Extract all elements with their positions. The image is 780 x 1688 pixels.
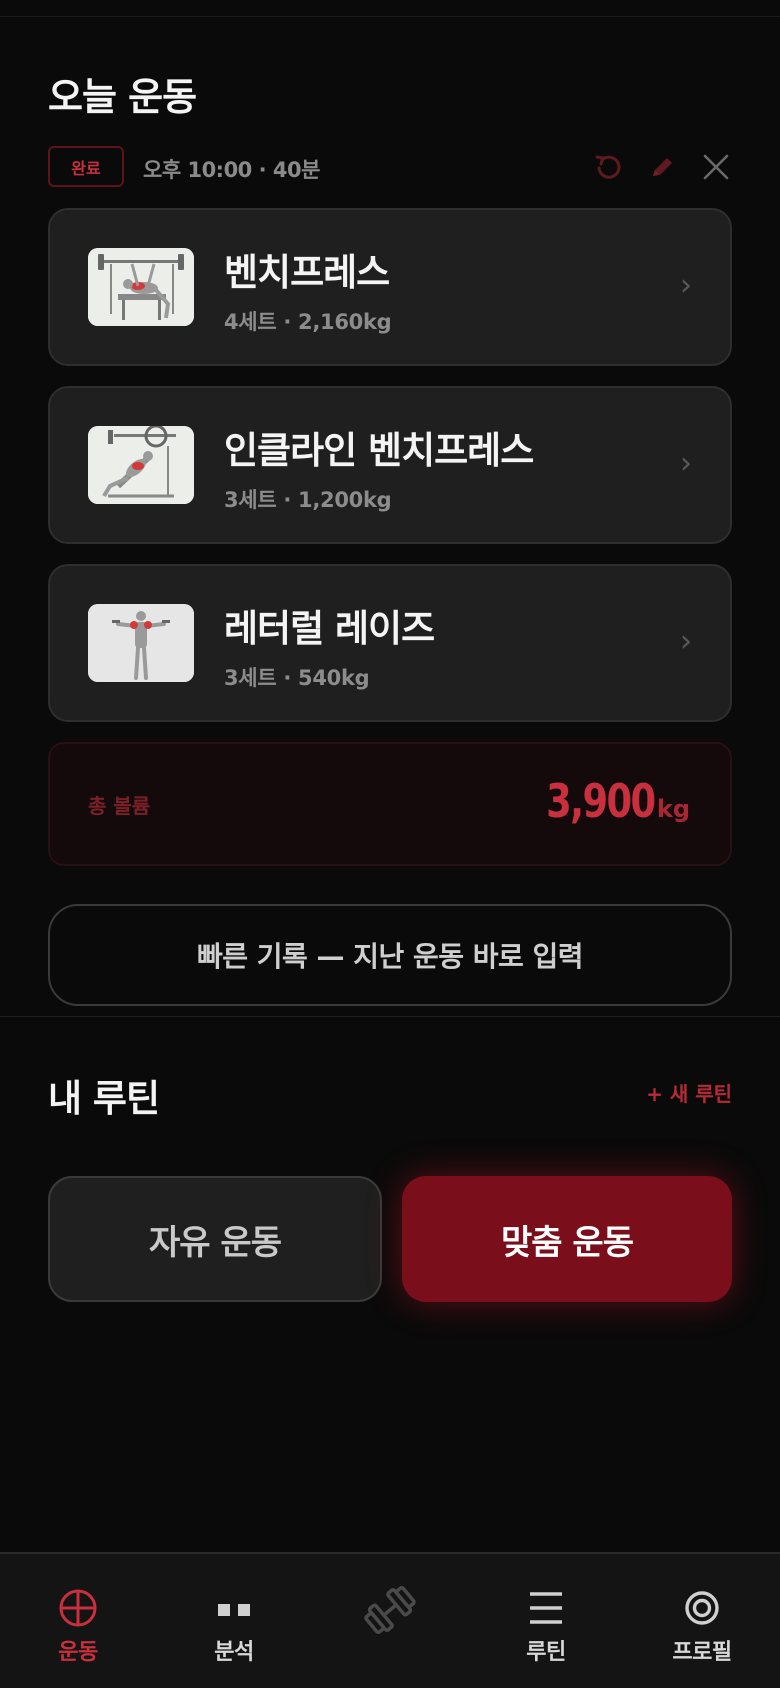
bench-press-illustration	[88, 248, 194, 326]
undo-icon[interactable]	[592, 151, 624, 183]
lateral-raise-illustration	[88, 604, 194, 682]
total-volume-card: 총 볼륨 3,900 kg	[48, 742, 732, 866]
top-divider	[0, 16, 780, 17]
workout-app: 오늘 운동 완료 오후 10:00 · 40분 벤치프레스 4세트 · 2,16…	[0, 0, 780, 1688]
incline-bench-press-illustration	[88, 426, 194, 504]
chevron-right-icon: ›	[680, 268, 692, 303]
my-routines-title: 내 루틴	[48, 1077, 160, 1120]
bottom-tab-bar: 운동 분석 루틴 프로필	[0, 1552, 780, 1688]
free-workout-button[interactable]: 자유 운동	[48, 1176, 382, 1302]
exercise-meta: 3세트 · 540kg	[224, 666, 370, 690]
custom-workout-button[interactable]: 맞춤 운동	[402, 1176, 732, 1302]
workout-status-row: 완료 오후 10:00 · 40분	[48, 146, 732, 188]
exercise-name: 인클라인 벤치프레스	[224, 429, 534, 472]
dumbbell-icon	[360, 1585, 420, 1635]
total-volume-value: 3,900 kg	[519, 774, 690, 828]
tab-label: 운동	[58, 1640, 98, 1665]
exercise-meta: 4세트 · 2,160kg	[224, 310, 392, 334]
tab-label: 루틴	[526, 1640, 566, 1665]
total-volume-number: 3,900	[546, 774, 656, 828]
exercise-card[interactable]: 인클라인 벤치프레스 3세트 · 1,200kg ›	[48, 386, 732, 544]
tab-analysis[interactable]: 분석	[164, 1554, 304, 1688]
workout-time-info: 오후 10:00 · 40분	[143, 158, 320, 182]
tab-center[interactable]	[320, 1554, 460, 1688]
profile-ring-icon	[682, 1586, 722, 1630]
total-volume-unit: kg	[656, 795, 690, 823]
status-badge: 완료	[48, 146, 124, 187]
exercise-meta: 3세트 · 1,200kg	[224, 488, 392, 512]
list-icon	[526, 1586, 566, 1630]
exercise-card[interactable]: 레터럴 레이즈 3세트 · 540kg ›	[48, 564, 732, 722]
close-icon[interactable]	[700, 151, 732, 183]
exercise-name: 벤치프레스	[224, 251, 390, 294]
tab-routines[interactable]: 루틴	[476, 1554, 616, 1688]
new-routine-link[interactable]: + 새 루틴	[646, 1078, 732, 1107]
tab-label: 프로필	[672, 1640, 732, 1665]
tab-profile[interactable]: 프로필	[632, 1554, 772, 1688]
exercise-name: 레터럴 레이즈	[224, 607, 435, 650]
chevron-right-icon: ›	[680, 446, 692, 481]
tab-workout[interactable]: 운동	[8, 1554, 148, 1688]
chart-dots-icon	[214, 1586, 254, 1630]
crosshair-icon	[58, 1586, 98, 1630]
today-workout-title: 오늘 운동	[48, 75, 197, 119]
chevron-right-icon: ›	[680, 624, 692, 659]
quick-record-button[interactable]: 빠른 기록 — 지난 운동 바로 입력	[48, 904, 732, 1006]
workout-actions	[592, 146, 732, 188]
total-volume-label: 총 볼륨	[88, 794, 151, 818]
section-divider	[0, 1016, 780, 1017]
exercise-card[interactable]: 벤치프레스 4세트 · 2,160kg ›	[48, 208, 732, 366]
pencil-icon[interactable]	[646, 151, 678, 183]
tab-label: 분석	[214, 1640, 254, 1665]
